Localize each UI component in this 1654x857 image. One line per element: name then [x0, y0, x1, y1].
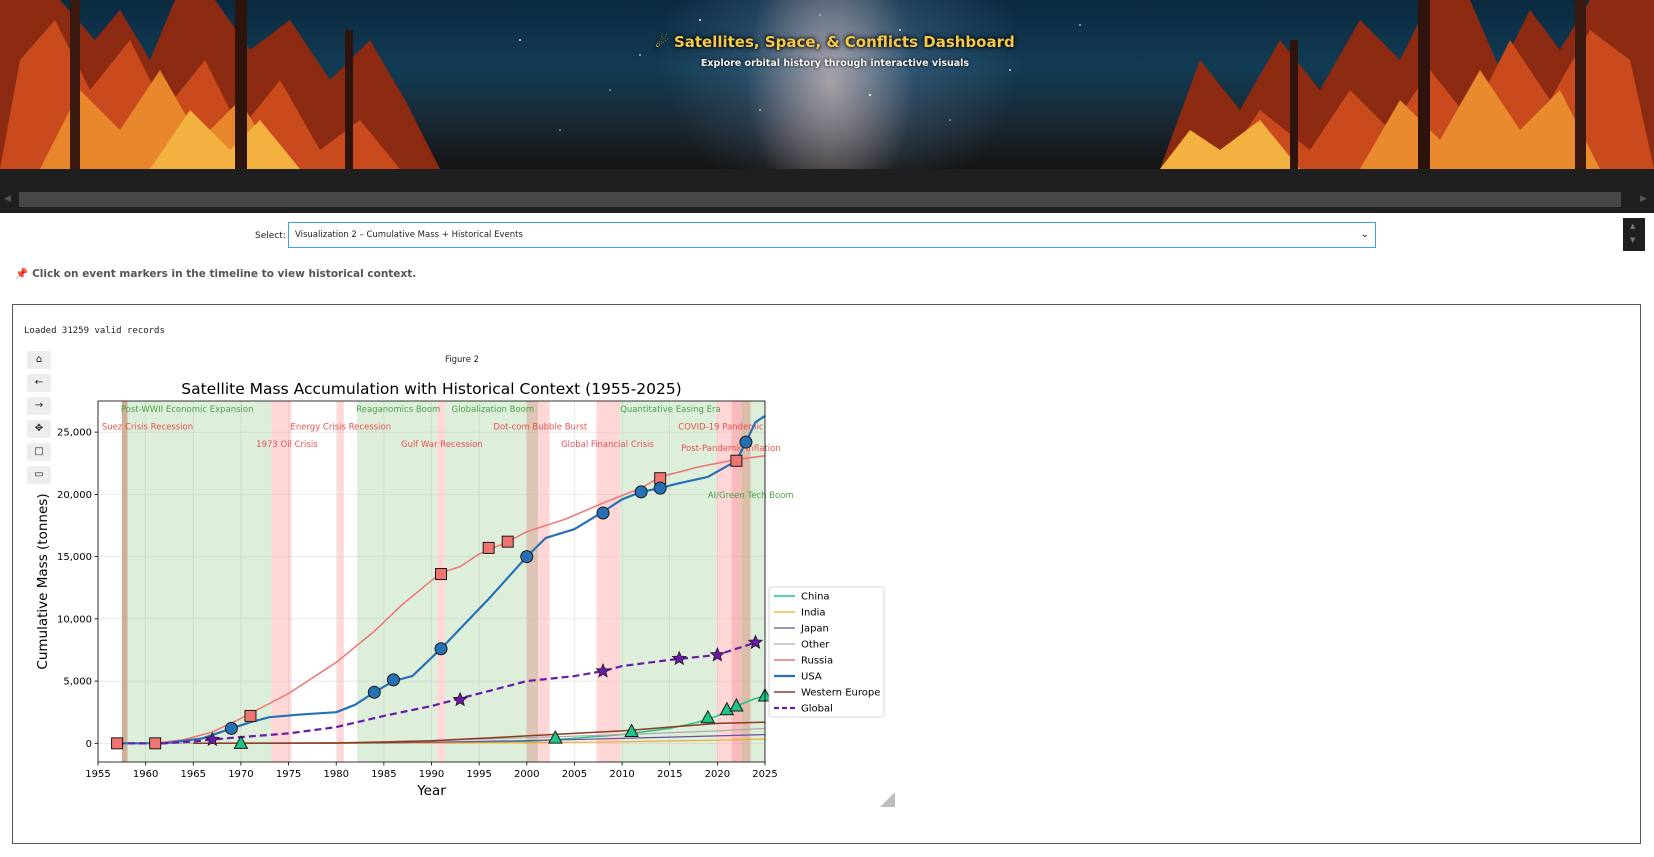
x-tick-label: 1960	[133, 769, 158, 780]
event-label: Quantitative Easing Era	[620, 405, 721, 415]
chart-legend: China India Japan Other Russia USA Western Eur…	[768, 586, 885, 718]
event-band-recession	[337, 401, 344, 762]
event-band-expansion	[750, 401, 765, 762]
resize-handle[interactable]	[880, 792, 895, 807]
event-label: Global Financial Crisis	[561, 440, 654, 450]
event-marker-usa[interactable]	[224, 721, 238, 735]
legend-entry: Japan	[800, 624, 829, 635]
event-label: Gulf War Recession	[401, 440, 483, 450]
x-tick-label: 1955	[85, 769, 110, 780]
event-band-recession	[596, 401, 621, 762]
y-tick-label: 20,000	[57, 490, 92, 501]
x-tick-label: 1985	[371, 769, 396, 780]
x-tick-label: 2010	[609, 769, 634, 780]
legend-entry: Global	[801, 704, 833, 715]
legend-entry: Russia	[801, 656, 833, 667]
event-marker-russia[interactable]	[501, 535, 514, 548]
event-marker-usa[interactable]	[596, 506, 610, 520]
event-band-recession	[437, 401, 445, 762]
event-marker-russia[interactable]	[730, 454, 743, 467]
event-marker-usa[interactable]	[520, 550, 534, 564]
y-tick-label: 15,000	[57, 552, 92, 563]
x-tick-label: 1965	[181, 769, 206, 780]
mass-accumulation-chart[interactable]: Post-WWII Economic Expansion Suez Crisis …	[0, 0, 1654, 857]
event-marker-usa[interactable]	[367, 685, 381, 699]
event-label: Post-Pandemic Inflation	[681, 444, 781, 454]
y-tick-label: 25,000	[57, 428, 92, 439]
event-label: Energy Crisis Recession	[290, 423, 391, 433]
event-marker-russia[interactable]	[244, 709, 257, 722]
event-label: AI/Green Tech Boom	[708, 491, 794, 501]
x-tick-label: 1980	[323, 769, 348, 780]
event-label: Dot-com Bubble Burst	[493, 423, 587, 433]
x-tick-label: 2025	[752, 769, 777, 780]
event-band-conflict	[741, 401, 751, 762]
event-label: 1973 Oil Crisis	[256, 440, 318, 450]
event-band-conflict	[526, 401, 539, 762]
x-tick-label: 1990	[419, 769, 444, 780]
x-tick-label: 2015	[657, 769, 682, 780]
event-label: Globalization Boom	[452, 405, 535, 415]
x-tick-label: 2005	[562, 769, 587, 780]
y-tick-label: 5,000	[63, 677, 92, 688]
x-tick-label: 1995	[466, 769, 491, 780]
x-tick-label: 2020	[705, 769, 730, 780]
event-label: Reaganomics Boom	[356, 405, 440, 415]
event-marker-usa[interactable]	[386, 673, 400, 687]
event-marker-usa[interactable]	[739, 435, 753, 449]
x-tick-label: 1970	[228, 769, 253, 780]
x-axis-label: Year	[416, 783, 446, 799]
event-marker-usa[interactable]	[634, 485, 648, 499]
legend-entry: China	[801, 592, 830, 603]
legend-entry: Other	[801, 640, 830, 651]
event-band-expansion	[620, 401, 717, 762]
event-marker-russia[interactable]	[482, 541, 495, 554]
legend-entry: India	[801, 608, 826, 619]
event-band-conflict	[121, 401, 128, 762]
legend-entry: Western Europe	[801, 688, 880, 699]
x-tick-label: 2000	[514, 769, 539, 780]
event-marker-russia[interactable]	[149, 737, 162, 750]
event-band-expansion	[127, 401, 272, 762]
chart-title: Satellite Mass Accumulation with Histori…	[181, 380, 681, 398]
legend-entry: USA	[801, 672, 822, 683]
event-marker-usa[interactable]	[653, 481, 667, 495]
event-label: Post-WWII Economic Expansion	[121, 405, 254, 415]
y-tick-label: 0	[86, 739, 92, 750]
event-marker-russia[interactable]	[111, 737, 124, 750]
y-tick-label: 10,000	[57, 614, 92, 625]
y-axis-label: Cumulative Mass (tonnes)	[35, 493, 51, 669]
event-band-expansion	[444, 401, 527, 762]
event-band-recession	[538, 401, 550, 762]
event-marker-usa[interactable]	[434, 642, 448, 656]
x-tick-label: 1975	[276, 769, 301, 780]
event-label: Suez Crisis Recession	[102, 423, 193, 433]
event-marker-russia[interactable]	[435, 568, 448, 581]
